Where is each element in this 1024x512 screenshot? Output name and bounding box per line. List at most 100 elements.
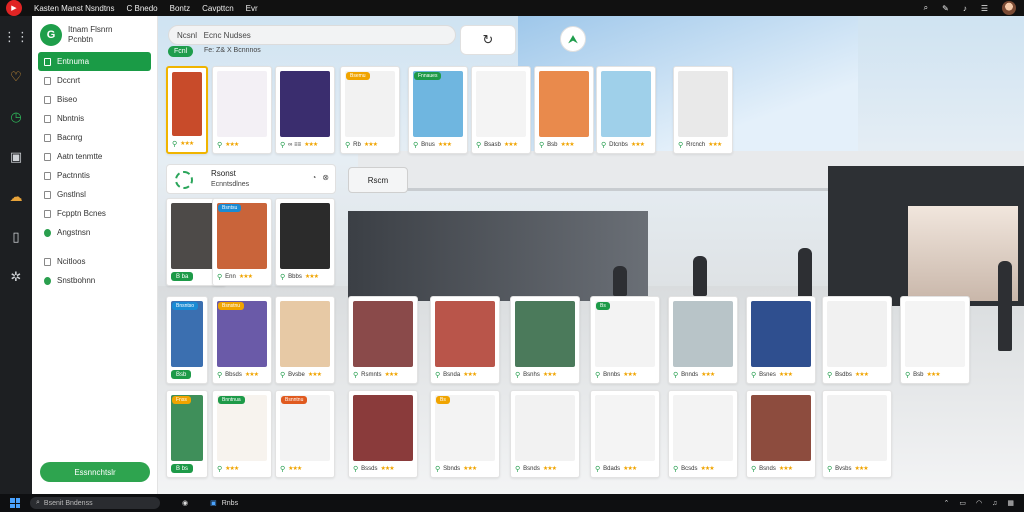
product-card[interactable]: ⚲ Bsnds ★★★ (746, 390, 816, 478)
clock-icon[interactable]: ◷ (7, 108, 25, 126)
product-card[interactable]: Bs ⚲ Sbnds ★★★ (430, 390, 500, 478)
product-action-button[interactable]: Bsb (171, 370, 192, 379)
product-card[interactable]: ⚲ Bsasb ★★★ (471, 66, 531, 154)
product-card[interactable]: ⚲ Dtcnbs ★★★ (596, 66, 656, 154)
rating-stars-icon: ★★★ (700, 466, 714, 472)
location-icon: ⚲ (413, 141, 419, 149)
location-icon: ⚲ (827, 371, 833, 379)
product-card[interactable]: ⚲ ★★★ (212, 66, 272, 154)
close-icon[interactable]: ⊗ (322, 173, 329, 182)
rating-stars-icon: ★★★ (225, 466, 239, 472)
product-label: Bnnbs (603, 371, 621, 378)
doc-icon (44, 152, 51, 161)
taskbar-search[interactable]: ⌕ Bsenit Bndenss (30, 497, 160, 509)
product-card[interactable]: ⚲ Bdads ★★★ (590, 390, 660, 478)
bell-icon[interactable]: ♪ (963, 4, 967, 13)
edit-icon[interactable]: ✎ (942, 4, 949, 13)
product-card[interactable]: ⚲ Bsnds ★★★ (510, 390, 580, 478)
product-thumbnail (217, 395, 267, 461)
product-card[interactable]: ⚲ ★★★ (166, 66, 208, 154)
product-card[interactable]: ⚲ Bssds ★★★ (348, 390, 418, 478)
clock-icon[interactable]: ▦ (1007, 499, 1014, 507)
rating-stars-icon: ★★★ (437, 142, 452, 148)
product-card[interactable]: ⚲ Bsnes ★★★ (746, 296, 816, 384)
product-action-button[interactable]: B bs (171, 464, 194, 473)
menu-item[interactable]: Bontz (170, 4, 190, 13)
sidebar-item-2[interactable]: Biseo (38, 90, 151, 109)
sidebar-item-0[interactable]: Entnuma (38, 52, 151, 71)
product-footer: ⚲ Bnnbs ★★★ (595, 369, 655, 380)
search-bar[interactable] (168, 25, 456, 45)
sidebar-item-4[interactable]: Bacnrg (38, 128, 151, 147)
product-card[interactable]: ⚲ Bvsbs ★★★ (822, 390, 892, 478)
product-card[interactable]: ⚲ Rsmnts ★★★ (348, 296, 418, 384)
product-card[interactable]: Bsntsu ⚲ Enn ★★★ (212, 198, 272, 286)
product-card[interactable]: Bsemu ⚲ Rb ★★★ (340, 66, 400, 154)
product-footer: ⚲ Bbbs ★★★ (280, 271, 330, 282)
product-card[interactable]: Fnnaues ⚲ Bnus ★★★ (408, 66, 468, 154)
product-card[interactable]: ⚲ Bsdbs ★★★ (822, 296, 892, 384)
product-card[interactable]: ⚲ Bsnda ★★★ (430, 296, 500, 384)
filter-chip[interactable]: Fcnl (168, 46, 194, 57)
product-card[interactable]: Bsnstnu ⚲ Bbsds ★★★ (212, 296, 272, 384)
sidebar-item-11[interactable]: Snstbohnn (38, 271, 151, 290)
taskbar-app-1[interactable]: ◉ (182, 499, 188, 507)
product-action-button[interactable]: B ba (171, 272, 194, 281)
menu-item[interactable]: Evr (246, 4, 258, 13)
product-card[interactable]: Bnntnua ⚲ ★★★ (212, 390, 272, 478)
location-pin-button[interactable]: ⮝ (560, 26, 586, 52)
windows-start-icon[interactable] (10, 498, 20, 508)
menu-item[interactable]: C Bnedo (126, 4, 157, 13)
product-card[interactable]: ⚲ Rrcnch ★★★ (673, 66, 733, 154)
location-icon: ⚲ (353, 371, 359, 379)
product-card[interactable]: ⚲ Bsnhs ★★★ (510, 296, 580, 384)
sidebar-item-9[interactable]: Angstnsn (38, 223, 151, 242)
volume-icon[interactable]: ♫ (992, 500, 997, 507)
sidebar-primary-button[interactable]: Essnnchtslr (40, 462, 150, 482)
trash-icon[interactable]: ▯ (7, 228, 25, 246)
avatar[interactable] (1002, 1, 1016, 15)
product-card[interactable]: ⚲ ∞ ≡≡ ★★★ (275, 66, 335, 154)
product-card[interactable]: ⚲ Bsb ★★★ (534, 66, 594, 154)
product-label: Bsasb (484, 141, 501, 148)
sidebar-item-7[interactable]: Gnstlnsl (38, 185, 151, 204)
taskbar-app-2[interactable]: ▣ Rnbs (210, 499, 238, 508)
sidebar-item-10[interactable]: Ncitloos (38, 252, 151, 271)
sidebar-item-8[interactable]: Fcpptn Bcnes (38, 204, 151, 223)
heart-icon[interactable]: ♡ (7, 68, 25, 86)
search-input[interactable] (177, 30, 407, 40)
menu-icon[interactable]: ☰ (981, 4, 988, 13)
cloud-icon[interactable]: ☁ (7, 188, 25, 206)
product-card[interactable]: Bs ⚲ Bnnbs ★★★ (590, 296, 660, 384)
product-card[interactable]: Fnss B bs (166, 390, 208, 478)
product-card[interactable]: ⚲ Bcsds ★★★ (668, 390, 738, 478)
grid-icon[interactable]: ⋮⋮ (3, 28, 29, 46)
app-logo-icon[interactable]: ▶ (6, 0, 22, 16)
product-footer: ⚲ Enn ★★★ (217, 271, 267, 282)
product-card[interactable]: ⚲ Bsb ★★★ (900, 296, 970, 384)
panel-icon[interactable]: ▣ (7, 148, 25, 166)
chevron-up-icon[interactable]: ⌃ (944, 499, 950, 507)
sidebar-item-1[interactable]: Dccnrt (38, 71, 151, 90)
battery-icon[interactable]: ▭ (959, 499, 966, 507)
sidebar-item-5[interactable]: Aatn tenmtte (38, 147, 151, 166)
product-card[interactable]: ⚲ Bbbs ★★★ (275, 198, 335, 286)
product-card[interactable]: Bsnntnu ⚲ ★★★ (275, 390, 335, 478)
product-thumbnail (678, 71, 728, 137)
menu-item[interactable]: Cavpttcn (202, 4, 234, 13)
refresh-button[interactable]: ↻ (460, 25, 516, 55)
search-icon[interactable]: ⌕ (924, 3, 928, 13)
product-card[interactable]: Bnsntso Bsb (166, 296, 208, 384)
wifi-icon[interactable]: ◠ (976, 499, 982, 507)
room-button[interactable]: Rscm (348, 167, 408, 193)
product-label: Bsnes (759, 371, 776, 378)
product-card[interactable]: ⚲ Bnnds ★★★ (668, 296, 738, 384)
network-icon[interactable]: ✲ (7, 268, 25, 286)
sidebar-item-6[interactable]: Pactnntis (38, 166, 151, 185)
product-footer: ⚲ Bcsds ★★★ (673, 463, 733, 474)
timer-icon[interactable]: ◔ (311, 173, 316, 182)
product-card[interactable]: ⚲ Bvsbe ★★★ (275, 296, 335, 384)
sidebar-item-3[interactable]: Nbntnis (38, 109, 151, 128)
rating-stars-icon: ★★★ (304, 142, 318, 148)
menu-item[interactable]: Kasten Manst Nsndtns (34, 4, 114, 13)
